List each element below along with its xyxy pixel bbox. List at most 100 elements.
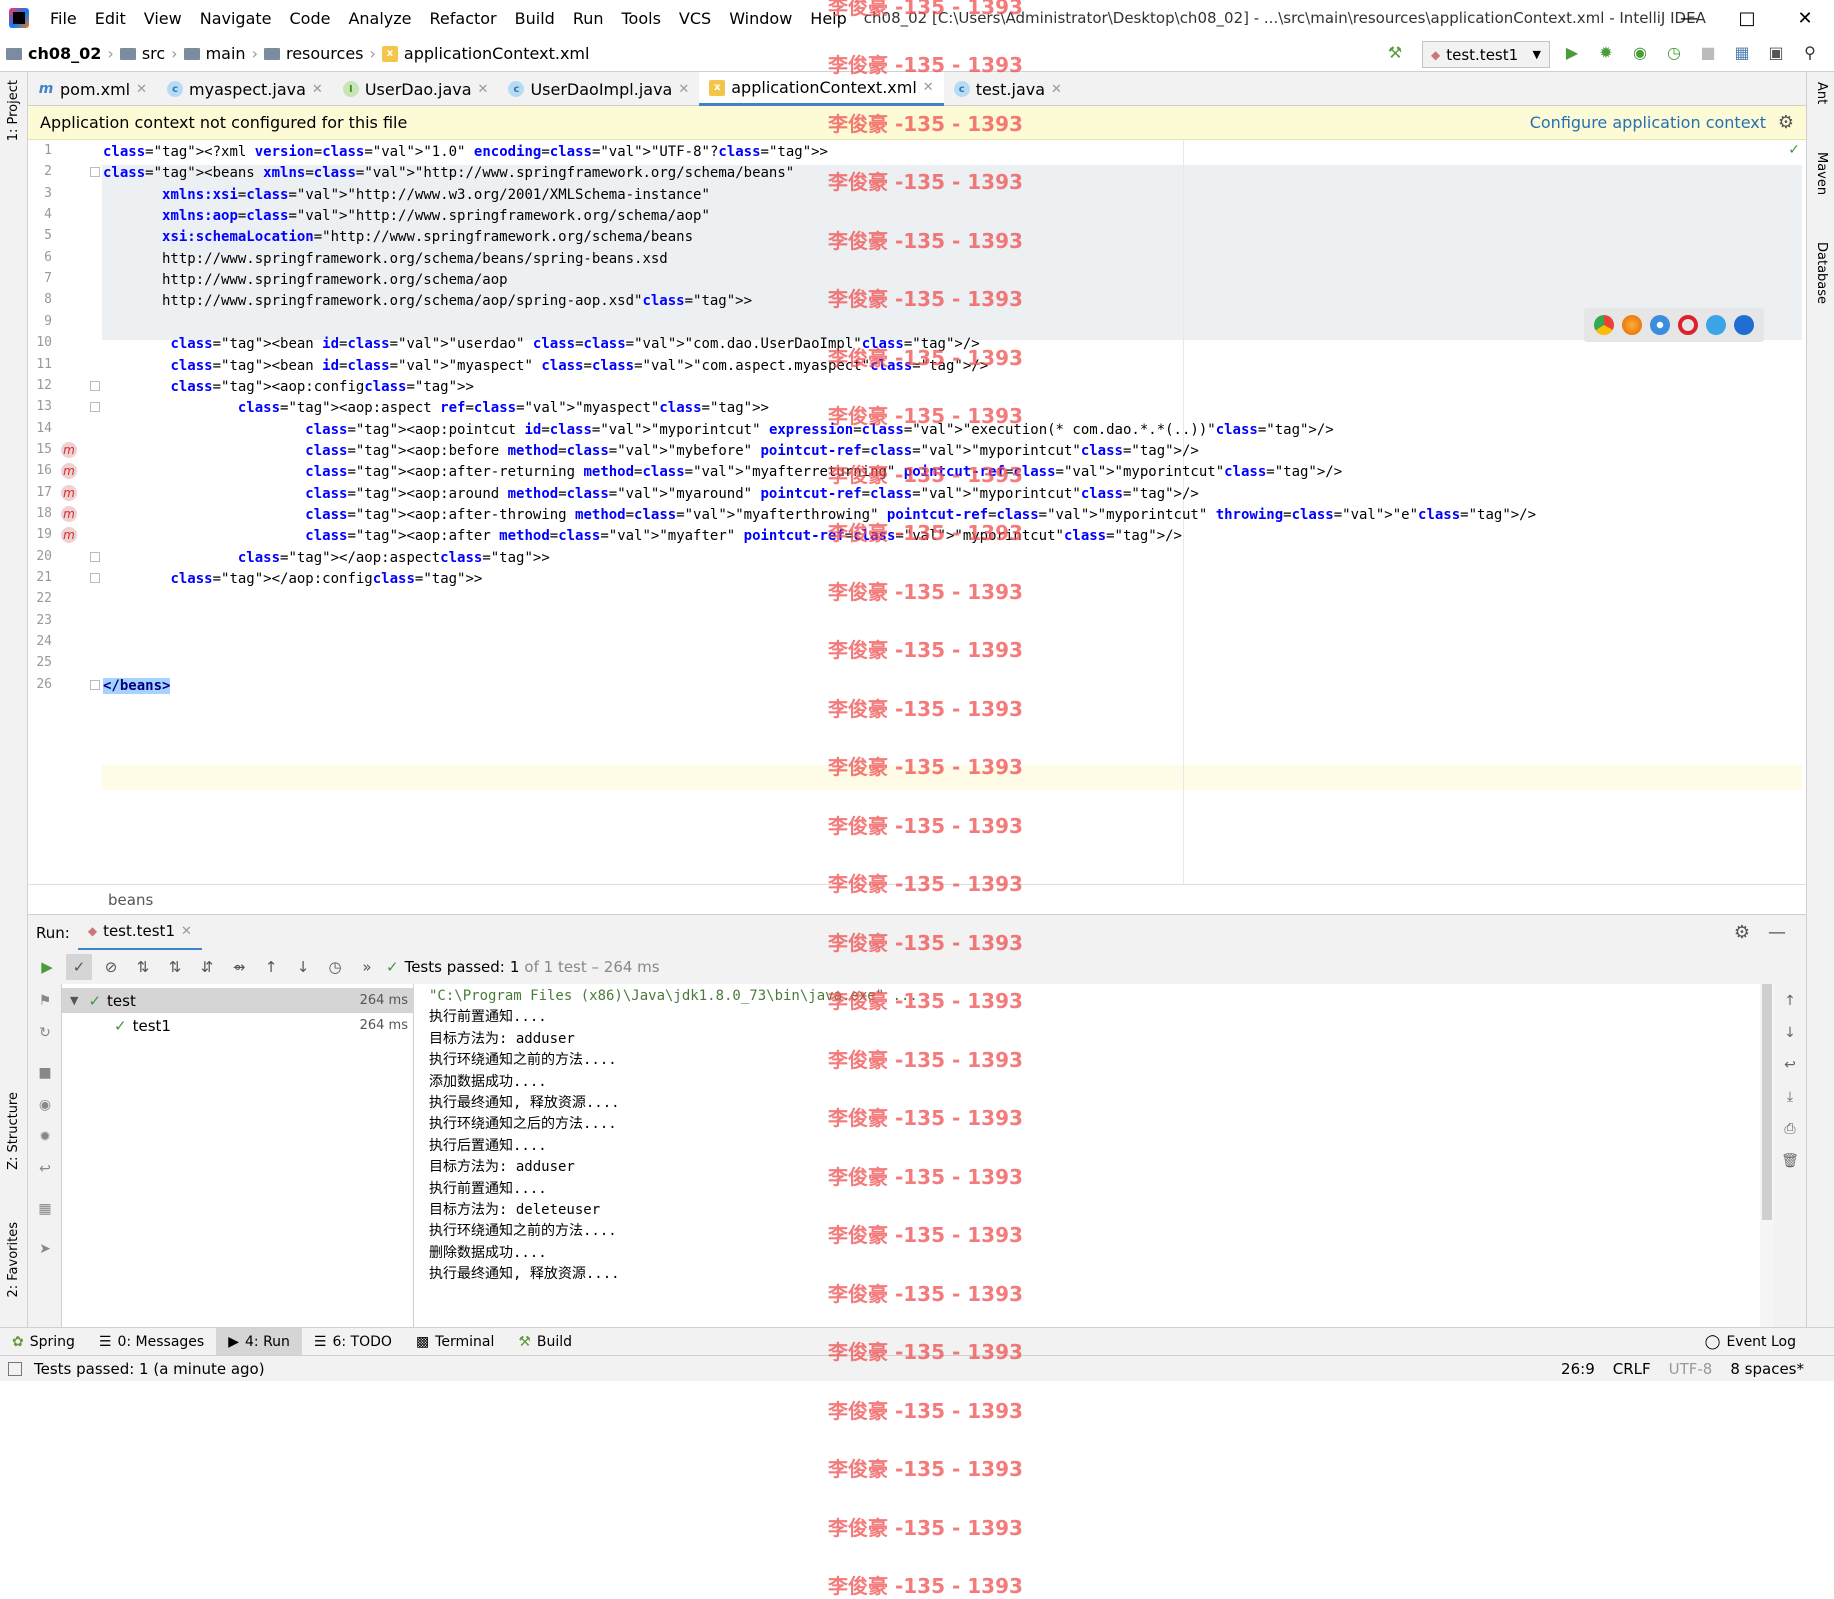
more-icon[interactable]: » [354,954,380,980]
menu-navigate[interactable]: Navigate [191,9,281,28]
minimize-icon[interactable]: — [1660,0,1718,36]
line-separator[interactable]: CRLF [1613,1360,1651,1378]
close-tab-icon[interactable]: ✕ [181,924,192,939]
edge-icon[interactable] [1734,315,1754,335]
fold-icon[interactable] [90,679,100,690]
show-ignored-icon[interactable]: ⊘ [98,954,124,980]
aop-method-icon[interactable]: m [61,441,77,458]
coverage-icon[interactable]: ◉ [1630,42,1650,62]
tab-userdao-java[interactable]: I UserDao.java ✕ [333,72,499,106]
firefox-icon[interactable] [1622,315,1642,335]
menu-view[interactable]: View [135,9,191,28]
fold-icon[interactable] [90,573,100,583]
fold-icon[interactable] [90,402,100,413]
menu-refactor[interactable]: Refactor [421,9,506,28]
menu-build[interactable]: Build [506,9,564,28]
code-line[interactable]: class="tag"></aop:configclass="tag">> [103,567,482,592]
database-tool-button[interactable]: Database [1814,242,1829,304]
ie-icon[interactable] [1706,315,1726,335]
collapse-all-icon[interactable]: ⇴ [226,954,252,980]
project-tool-button[interactable]: 1: Project [6,80,21,141]
menu-window[interactable]: Window [720,9,801,28]
close-tab-icon[interactable]: ✕ [136,82,147,97]
tab-pom-xml[interactable]: m pom.xml ✕ [28,72,157,106]
scrollbar-thumb[interactable] [1762,984,1772,1220]
close-tab-icon[interactable]: ✕ [478,82,489,97]
code-line[interactable]: http://www.springframework.org/schema/ao… [103,289,752,314]
close-tab-icon[interactable]: ✕ [923,80,934,95]
menu-edit[interactable]: Edit [86,9,135,28]
sort-duration-icon[interactable]: ⇅ [162,954,188,980]
tree-row-test1[interactable]: ✓ test1 264 ms [62,1013,414,1038]
menu-help[interactable]: Help [801,9,855,28]
tab-applicationcontext-xml[interactable]: x applicationContext.xml ✕ [699,72,944,106]
project-structure-icon[interactable]: ▦ [1732,42,1752,62]
tab-test-java[interactable]: c test.java ✕ [944,72,1072,106]
indent-setting[interactable]: 8 spaces* [1730,1360,1804,1378]
profile-icon[interactable]: ◷ [1664,42,1684,62]
search-icon[interactable]: ⚲ [1800,42,1820,62]
menu-code[interactable]: Code [281,9,340,28]
close-tab-icon[interactable]: ✕ [678,82,689,97]
safari-icon[interactable] [1650,315,1670,335]
tree-row-test[interactable]: ▼ ✓ test 264 ms [62,988,414,1013]
build-tool-button[interactable]: ⚒ Build [506,1328,584,1356]
breadcrumb-project[interactable]: ch08_02 [28,44,101,63]
code-line[interactable]: </beans> [103,674,171,699]
structure-tool-button[interactable]: Z: Structure [6,1092,21,1170]
fold-icon[interactable] [90,551,100,562]
ant-tool-button[interactable]: Ant [1814,82,1829,104]
file-encoding[interactable]: UTF-8 [1669,1360,1713,1378]
aop-method-icon[interactable]: m [61,505,77,522]
menu-analyze[interactable]: Analyze [339,9,420,28]
tab-myaspect-java[interactable]: c myaspect.java ✕ [157,72,333,106]
arrow-down-icon[interactable]: ↓ [1781,1024,1799,1042]
arrow-up-icon[interactable]: ↑ [1781,992,1799,1010]
terminal-tool-button[interactable]: ▩ Terminal [404,1328,506,1356]
run-config-select[interactable]: ◆ test.test1 ▼ [1422,41,1550,68]
hammer-icon[interactable]: ⚒ [1385,42,1405,62]
hide-icon[interactable]: — [1768,922,1786,943]
opera-icon[interactable] [1678,315,1698,335]
scroll-to-end-icon[interactable]: ⤓ [1781,1088,1799,1106]
history-icon[interactable]: ◷ [322,954,348,980]
favorites-tool-button[interactable]: 2: Favorites [6,1222,21,1298]
rerun-icon[interactable]: ▶ [34,954,60,980]
gear-icon[interactable]: ⚙ [1734,922,1750,943]
soft-wrap-icon[interactable]: ↩ [1781,1056,1799,1074]
print-icon[interactable]: ⎙ [1781,1120,1799,1138]
stop-icon[interactable]: ■ [36,1064,54,1082]
maven-tool-button[interactable]: Maven [1814,152,1829,195]
close-tab-icon[interactable]: ✕ [1051,82,1062,97]
camera-icon[interactable]: ◉ [36,1096,54,1114]
aop-method-icon[interactable]: m [61,527,77,544]
fold-icon[interactable] [90,380,100,391]
code-editor[interactable]: 1 2 3 4 5 6 7 8 9 10 11 12 13 14 15 m 16 m 17 m 18 m 19 m 20 21 22… [28,140,1806,884]
layout-icon[interactable]: ▦ [36,1200,54,1218]
todo-tool-button[interactable]: ☰ 6: TODO [302,1328,404,1356]
run-tab[interactable]: ◆ test.test1 ✕ [77,915,202,951]
import-icon[interactable]: ↩ [36,1160,54,1178]
pin-tab-icon[interactable]: ➤ [36,1240,54,1258]
refresh-icon[interactable]: ↻ [36,1024,54,1042]
expand-all-icon[interactable]: ⇵ [194,954,220,980]
chevron-down-icon[interactable]: ▼ [70,994,78,1007]
breadcrumb-src[interactable]: src [142,44,165,63]
menu-vcs[interactable]: VCS [670,9,720,28]
close-tab-icon[interactable]: ✕ [312,82,323,97]
menu-tools[interactable]: Tools [613,9,670,28]
aop-method-icon[interactable]: m [61,484,77,501]
pin-icon[interactable]: ⚑ [36,992,54,1010]
show-passed-icon[interactable]: ✓ [66,954,92,980]
console-scrollbar[interactable] [1760,984,1774,1327]
menu-file[interactable]: File [41,9,86,28]
aop-method-icon[interactable]: m [61,463,77,480]
editor-breadcrumb[interactable]: beans [28,884,1806,914]
caret-position[interactable]: 26:9 [1561,1360,1595,1378]
debug-icon[interactable]: ✹ [1596,42,1616,62]
previous-test-icon[interactable]: ↑ [258,954,284,980]
trash-icon[interactable]: 🗑 [1781,1152,1799,1170]
maximize-icon[interactable]: □ [1718,0,1776,36]
spring-tool-button[interactable]: ✿ Spring [0,1328,87,1356]
fold-icon[interactable] [90,167,100,178]
